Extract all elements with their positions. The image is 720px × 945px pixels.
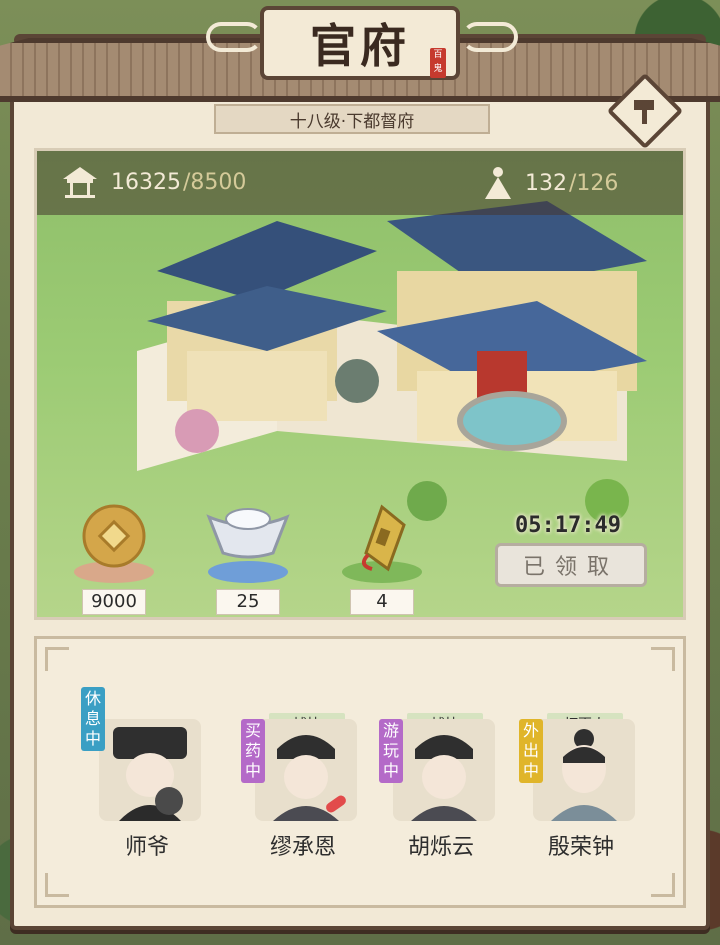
staff-panel: 休息中 师爷 捕快 买药中 缪承恩 捕快 游玩中 胡烁云 xyxy=(34,636,686,908)
staff-member-miao[interactable]: 捕快 买药中 缪承恩 xyxy=(233,679,373,879)
status-badge: 游玩中 xyxy=(379,719,403,783)
avatar xyxy=(255,719,357,821)
reward-amount: 25 xyxy=(216,589,280,615)
reward-official-token: 4 xyxy=(339,503,425,615)
rank-label: 十八级·下都督府 xyxy=(214,104,490,134)
frame-corner xyxy=(45,873,69,897)
reward-pad xyxy=(208,561,288,583)
night-watchman-portrait-icon xyxy=(551,729,617,821)
official-token-icon xyxy=(361,504,406,572)
silver-ingot-icon xyxy=(206,508,290,559)
rank-text: 十八级·下都督府 xyxy=(289,111,415,132)
avatar xyxy=(99,719,201,821)
avatar xyxy=(533,719,635,821)
frame-corner xyxy=(651,873,675,897)
people-value: 132 xyxy=(525,170,567,196)
staff-name: 殷荣钟 xyxy=(547,835,614,860)
staff-member-hu[interactable]: 捕快 游玩中 胡烁云 xyxy=(371,679,511,879)
building-scene[interactable]: 16325/8500 132/126 9000 25 4 05:17:49 已领… xyxy=(34,148,686,620)
reward-copper-coin: 9000 xyxy=(71,503,157,615)
building-value: 16325 xyxy=(111,169,181,195)
cloud-swirl-right-icon xyxy=(462,22,518,52)
staff-member-yin[interactable]: 打更人 外出中 殷荣钟 xyxy=(511,679,651,879)
constable-portrait-icon xyxy=(411,735,477,821)
seal-stamp: 百鬼 xyxy=(430,48,446,78)
staff-name: 缪承恩 xyxy=(269,835,336,860)
hammer-icon xyxy=(634,100,654,124)
staff-member-shiye[interactable]: 休息中 师爷 xyxy=(77,679,217,879)
status-badge: 休息中 xyxy=(81,687,105,751)
building-max: /8500 xyxy=(183,169,247,195)
frame-corner xyxy=(651,647,675,671)
claim-button[interactable]: 已领取 xyxy=(495,543,647,587)
government-hall-illustration xyxy=(137,201,647,523)
constable-portrait-icon xyxy=(273,735,346,821)
stats-bar: 16325/8500 132/126 xyxy=(37,151,683,215)
staff-name: 师爷 xyxy=(124,835,169,860)
reward-amount: 4 xyxy=(350,589,414,615)
people-stat: 132/126 xyxy=(483,165,618,201)
cloud-swirl-left-icon xyxy=(206,22,262,52)
pavilion-icon xyxy=(63,167,97,198)
collect-timer: 05:17:49 xyxy=(515,513,621,538)
staff-name: 胡烁云 xyxy=(407,835,474,860)
title-plate: 官府 百鬼 xyxy=(260,6,460,80)
reward-silver-ingot: 25 xyxy=(205,503,291,615)
status-badge: 买药中 xyxy=(241,719,265,783)
page-title: 官府 xyxy=(310,19,410,73)
people-max: /126 xyxy=(569,170,619,196)
status-badge: 外出中 xyxy=(519,719,543,783)
avatar xyxy=(393,719,495,821)
person-icon xyxy=(485,167,511,199)
claim-button-label: 已领取 xyxy=(522,555,619,580)
building-stat: 16325/8500 xyxy=(61,165,246,199)
reward-amount: 9000 xyxy=(82,589,146,615)
fish-pond xyxy=(457,391,567,451)
frame-corner xyxy=(45,647,69,671)
copper-coin-icon xyxy=(82,504,146,568)
advisor-portrait-icon xyxy=(113,727,187,821)
